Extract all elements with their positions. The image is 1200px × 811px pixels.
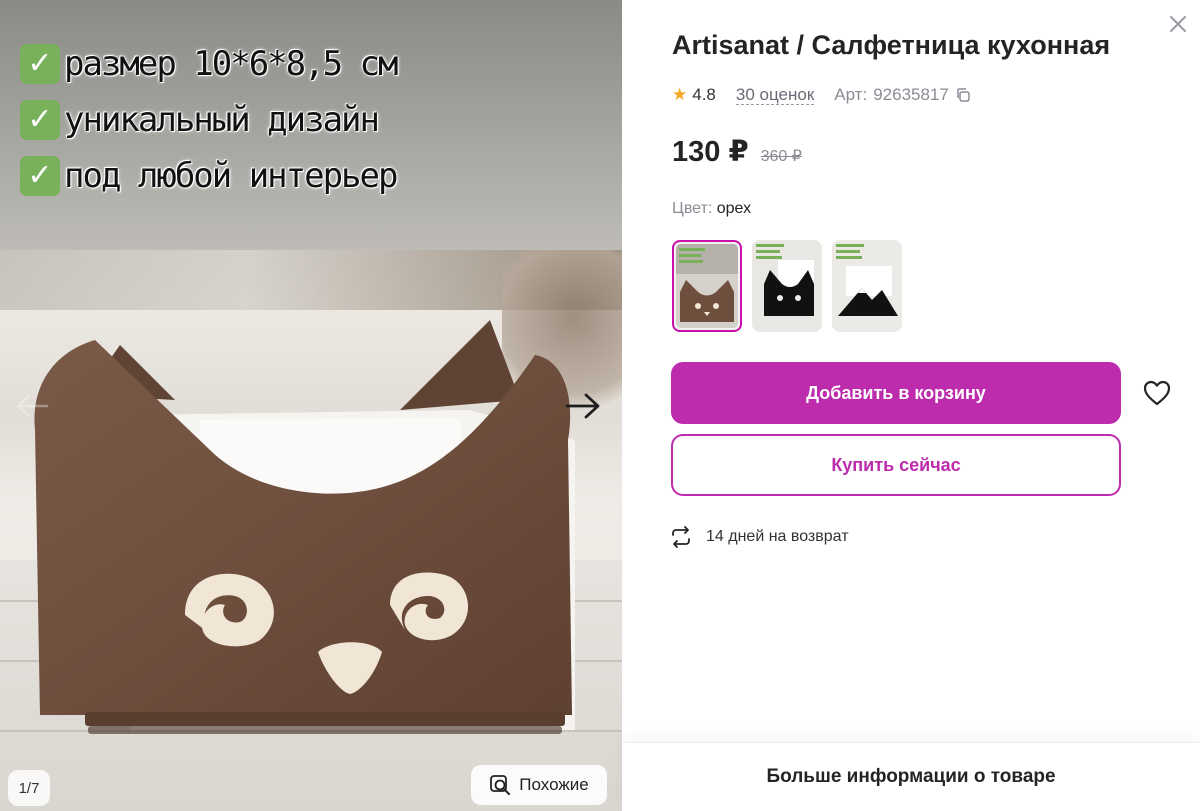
- image-counter: 1/7: [8, 770, 50, 806]
- return-policy: 14 дней на возврат: [670, 526, 849, 548]
- check-icon: ✓: [20, 100, 60, 140]
- product-photo: [34, 320, 575, 734]
- promo-overlay: ✓ размер 10*6*8,5 см ✓ уникальный дизайн…: [20, 36, 398, 204]
- image-search-icon: [490, 775, 511, 795]
- color-row: Цвет: орех: [672, 200, 751, 218]
- more-info-button[interactable]: Больше информации о товаре: [622, 742, 1200, 811]
- thumbnail-image: [752, 240, 822, 332]
- current-price: 130 ₽: [672, 136, 749, 168]
- heart-icon: [1143, 380, 1171, 406]
- color-value: орех: [716, 200, 752, 217]
- copy-icon[interactable]: [955, 87, 971, 103]
- rating-value: 4.8: [692, 85, 716, 104]
- promo-text: под любой интерьер: [64, 156, 398, 196]
- color-variants: [672, 240, 902, 332]
- reviews-link[interactable]: 30 оценок: [735, 85, 815, 105]
- check-icon: ✓: [20, 44, 60, 84]
- promo-text: размер 10*6*8,5 см: [64, 44, 398, 84]
- thumbnail-image: [832, 240, 902, 332]
- color-label: Цвет:: [672, 200, 713, 217]
- variant-thumbnail-walnut[interactable]: [672, 240, 742, 332]
- variant-thumbnail-mountains[interactable]: [832, 240, 902, 332]
- promo-text: уникальный дизайн: [64, 100, 380, 140]
- product-gallery[interactable]: ✓ размер 10*6*8,5 см ✓ уникальный дизайн…: [0, 0, 622, 811]
- star-icon: ★: [672, 85, 688, 104]
- check-icon: ✓: [20, 156, 60, 196]
- return-arrows-icon: [672, 526, 690, 548]
- promo-line: ✓ под любой интерьер: [20, 148, 398, 204]
- close-button[interactable]: [1164, 10, 1192, 38]
- old-price: 360 ₽: [760, 148, 802, 165]
- buy-now-button[interactable]: Купить сейчас: [671, 434, 1121, 496]
- similar-label: Похожие: [519, 775, 589, 794]
- price-row: 130 ₽ 360 ₽: [672, 134, 802, 169]
- article-value: 92635817: [873, 85, 949, 104]
- similar-button[interactable]: Похожие: [471, 765, 607, 805]
- prev-image-arrow-icon[interactable]: [14, 388, 50, 424]
- variant-thumbnail-black[interactable]: [752, 240, 822, 332]
- favorite-button[interactable]: [1142, 378, 1172, 408]
- close-icon: [1170, 16, 1186, 32]
- thumbnail-image: [676, 244, 738, 328]
- promo-line: ✓ размер 10*6*8,5 см: [20, 36, 398, 92]
- add-to-cart-button[interactable]: Добавить в корзину: [671, 362, 1121, 424]
- return-policy-text: 14 дней на возврат: [706, 528, 849, 545]
- next-image-arrow-icon[interactable]: [563, 388, 603, 424]
- product-title: Artisanat / Салфетница кухонная: [672, 30, 1111, 60]
- promo-line: ✓ уникальный дизайн: [20, 92, 396, 148]
- product-panel: Artisanat / Салфетница кухонная ★ 4.8 30…: [622, 0, 1200, 811]
- product-meta: ★ 4.8 30 оценок Арт: 92635817: [672, 84, 971, 106]
- article-label: Арт:: [834, 85, 868, 104]
